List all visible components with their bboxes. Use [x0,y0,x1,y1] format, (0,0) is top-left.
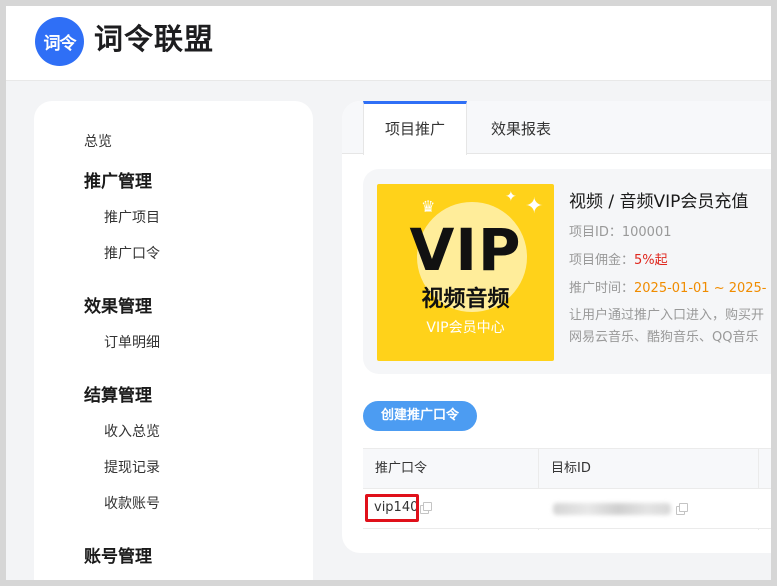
sidebar-group-promotion[interactable]: 推广管理 [84,167,152,192]
copy-icon[interactable] [420,502,432,514]
project-title: 视频 / 音频VIP会员充值 [569,192,749,212]
target-id-redacted [553,503,671,515]
top-header: 词令 词令联盟 [6,6,771,81]
sidebar-group-settlement[interactable]: 结算管理 [84,381,152,406]
sidebar-item-payee-account[interactable]: 收款账号 [104,493,160,513]
project-time-label: 推广时间： [569,281,635,296]
app-window: 词令 词令联盟 总览 推广管理 推广项目 推广口令 效果管理 订单明细 结算管理… [6,6,771,580]
project-description-line-1: 让用户通过推广入口进入，购买开 [569,308,765,323]
sidebar-group-account[interactable]: 账号管理 [84,542,152,567]
sidebar-nav: 总览 推广管理 推广项目 推广口令 效果管理 订单明细 结算管理 收入总览 提现… [34,101,313,580]
brand-name[interactable]: 词令联盟 [94,19,214,59]
column-header-target-id: 目标ID [551,461,591,476]
tab-bar: 项目推广 效果报表 [342,101,771,155]
brand-logo-text: 词令 [43,34,77,54]
crown-icon: ♛ [421,197,436,216]
project-id-value: 100001 [621,225,672,240]
thumbnail-vip-text: VIP [409,216,522,284]
thumbnail-sub-text: 视频音频 [421,287,510,312]
brand-logo[interactable]: 词令 [35,17,84,66]
sidebar-item-overview[interactable]: 总览 [84,131,112,151]
sparkle-icon: ✦ [505,189,517,205]
project-id-label: 项目ID： [569,225,622,240]
sidebar-item-income-overview[interactable]: 收入总览 [104,421,160,441]
copy-icon[interactable] [676,503,688,515]
project-thumbnail: ✦ ✦ ♛ VIP 视频音频 VIP会员中心 [377,184,554,361]
project-id: 项目ID：100001 [569,221,672,240]
tab-project-promotion[interactable]: 项目推广 [363,101,467,155]
sidebar-item-promotion-codes[interactable]: 推广口令 [104,243,160,263]
sidebar-item-withdraw-records[interactable]: 提现记录 [104,457,160,477]
project-description-line-2: 网易云音乐、酷狗音乐、QQ音乐 [569,330,759,345]
table-row: vip140 [363,489,771,529]
project-time-value: 2025-01-01 ~ 2025- [634,281,767,296]
sidebar-item-order-details[interactable]: 订单明细 [104,332,160,352]
promo-code-table: 推广口令 目标ID vip140 [363,448,771,530]
highlight-box [365,494,419,522]
project-commission: 项目佣金：5%起 [569,249,668,268]
tab-effect-report[interactable]: 效果报表 [467,101,575,154]
project-commission-value: 5%起 [634,253,668,268]
sidebar-group-effect[interactable]: 效果管理 [84,292,152,317]
sparkle-icon: ✦ [525,194,544,219]
project-commission-label: 项目佣金： [569,253,635,268]
main-panel: 项目推广 效果报表 ✦ ✦ ♛ VIP 视频音频 VIP会员中心 视频 / 音频… [342,101,771,553]
project-card[interactable]: ✦ ✦ ♛ VIP 视频音频 VIP会员中心 视频 / 音频VIP会员充值 项目… [363,169,771,374]
thumbnail-center-text: VIP会员中心 [426,320,505,336]
table-header: 推广口令 目标ID [363,449,771,489]
column-header-promo-code: 推广口令 [375,461,428,476]
create-promo-code-button[interactable]: 创建推广口令 [363,401,477,431]
project-time: 推广时间：2025-01-01 ~ 2025- [569,277,767,296]
sidebar-item-promotion-projects[interactable]: 推广项目 [104,207,160,227]
